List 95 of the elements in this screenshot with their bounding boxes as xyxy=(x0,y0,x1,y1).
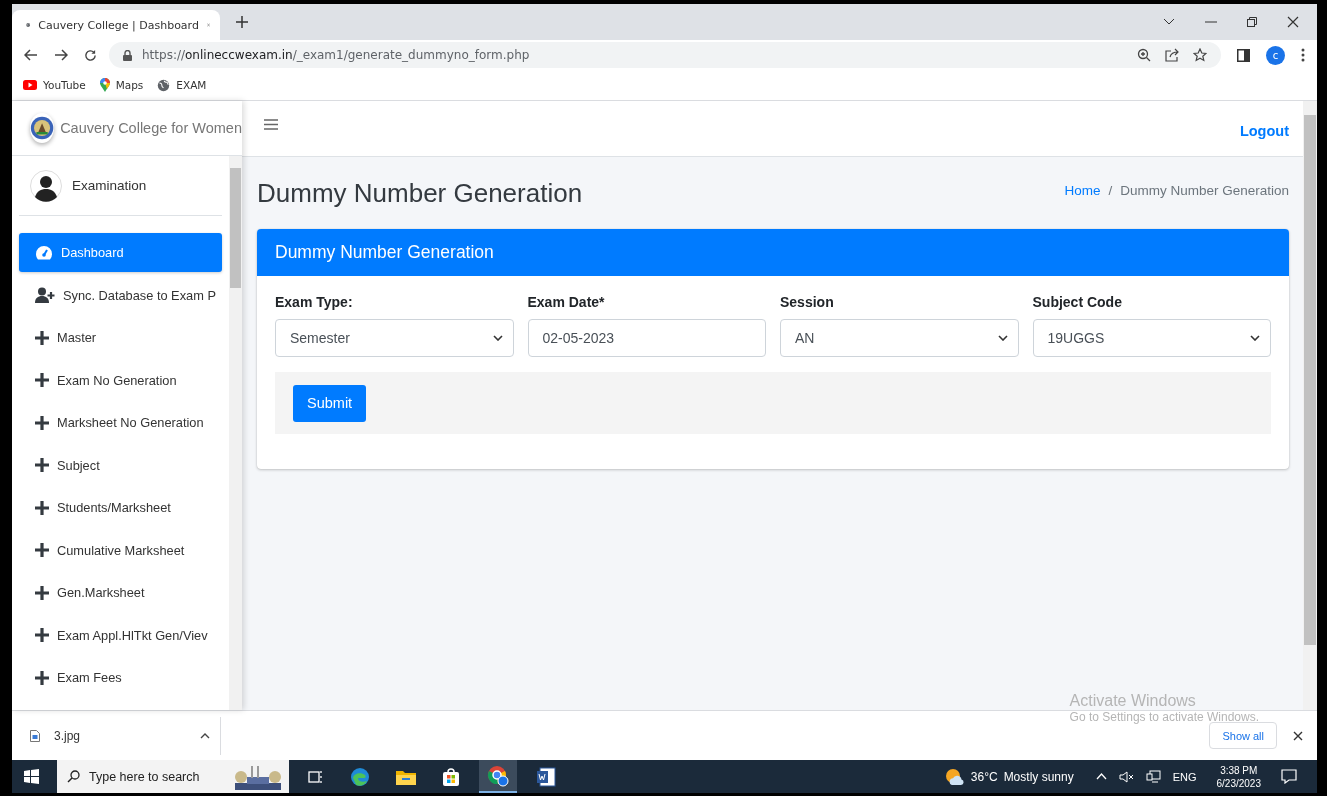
search-icon xyxy=(67,770,80,783)
select-field[interactable]: AN xyxy=(780,319,1019,357)
field-label: Session xyxy=(780,294,835,310)
user-plus-icon xyxy=(35,287,55,303)
reload-icon[interactable] xyxy=(84,48,97,62)
windows-logo-icon[interactable] xyxy=(24,769,39,784)
page-scrollbar[interactable] xyxy=(1303,101,1317,710)
weather-temperature: 36°C xyxy=(970,769,998,784)
globe-icon xyxy=(157,78,171,92)
network-icon[interactable] xyxy=(1145,770,1161,783)
plus-icon xyxy=(35,585,49,600)
play-icon xyxy=(23,80,37,90)
bookmark-item[interactable]: EXAM xyxy=(157,78,207,92)
user-role: Examination xyxy=(72,178,147,193)
download-item[interactable]: 3.jpg xyxy=(30,716,221,755)
close-icon[interactable] xyxy=(1287,16,1299,28)
sidebar-item[interactable]: Marksheet No Generation xyxy=(19,403,222,442)
weather-condition: Mostly sunny xyxy=(1003,769,1074,784)
image-file-icon xyxy=(30,729,40,742)
share-icon[interactable] xyxy=(1165,48,1179,62)
tab-title: Cauvery College | Dashboard xyxy=(38,18,199,32)
input-language[interactable]: ENG xyxy=(1172,770,1197,783)
bookmark-item[interactable]: Maps xyxy=(99,78,144,92)
plus-icon xyxy=(35,500,49,515)
plus-icon xyxy=(35,373,49,387)
sidebar-item[interactable]: Dashboard xyxy=(19,233,222,272)
lock-icon xyxy=(123,49,132,61)
plus-icon xyxy=(35,415,49,430)
star-icon[interactable] xyxy=(1193,48,1207,62)
folder-icon[interactable] xyxy=(396,768,416,785)
show-all-button[interactable]: Show all xyxy=(1209,722,1277,749)
plus-icon xyxy=(35,543,49,557)
college-name: Cauvery College for Women xyxy=(60,120,242,136)
taskbar-clock[interactable]: 3:38 PM 6/23/2023 xyxy=(1216,763,1261,790)
profile-avatar[interactable]: c xyxy=(1266,45,1285,65)
sidebar-item[interactable]: Subject xyxy=(19,445,222,485)
gauge-icon xyxy=(35,244,53,261)
taskbar-search-field[interactable]: Type here to search xyxy=(57,760,289,793)
breadcrumb-link[interactable]: Home xyxy=(1064,182,1101,198)
field-label: Exam Date* xyxy=(527,294,606,310)
select-field[interactable]: Semester xyxy=(275,319,514,357)
activation-hint: Go to Settings to activate Windows. xyxy=(1069,710,1259,724)
plus-icon xyxy=(35,330,49,345)
card-title: Dummy Number Generation xyxy=(275,242,494,263)
submit-button[interactable]: Submit xyxy=(293,384,367,422)
notification-icon[interactable] xyxy=(1281,769,1297,784)
chevron-down-icon[interactable] xyxy=(1163,18,1175,26)
browser-tab[interactable]: Cauvery College | Dashboard xyxy=(12,10,220,40)
word-document-icon[interactable] xyxy=(536,766,556,787)
sidebar-item[interactable]: Cumulative Marksheet xyxy=(19,530,222,570)
chevron-down-icon xyxy=(492,335,503,341)
sidebar-item[interactable]: Sync. Database to Exam P xyxy=(19,275,222,315)
map-pin-icon xyxy=(99,78,110,92)
address-field[interactable]: https://onlineccwexam.in/_exam1/generate_dummyno_form.php xyxy=(109,42,1221,68)
speaker-muted-icon[interactable] xyxy=(1118,770,1134,783)
chrome-taskbar-button[interactable] xyxy=(479,760,517,793)
close-icon[interactable] xyxy=(1293,730,1303,741)
sidebar-item[interactable]: Students/Marksheet xyxy=(19,488,222,527)
bookmark-item[interactable]: YouTube xyxy=(23,79,86,91)
logout-link[interactable]: Logout xyxy=(1239,122,1289,139)
breadcrumb-separator: / xyxy=(1108,182,1113,198)
new-tab-icon[interactable] xyxy=(236,16,248,28)
edge-browser-icon[interactable] xyxy=(350,766,370,787)
sidebar-scrollbar[interactable] xyxy=(229,156,242,710)
sidebar-item[interactable]: Exam No Generation xyxy=(19,360,222,400)
breadcrumb-current: Dummy Number Generation xyxy=(1120,182,1289,198)
user-avatar-icon xyxy=(30,169,62,202)
sidebar-item[interactable]: Gen.Marksheet xyxy=(19,573,222,612)
chrome-icon xyxy=(487,764,509,787)
chevron-down-icon xyxy=(997,335,1008,341)
date-input-field[interactable]: 02-05-2023 xyxy=(527,319,766,357)
select-field[interactable]: 19UGGS xyxy=(1032,319,1271,357)
kebab-menu-icon[interactable] xyxy=(1301,48,1305,62)
sidebar-item[interactable]: Exam Appl.HlTkt Gen/Viev xyxy=(19,615,222,655)
plus-icon xyxy=(35,628,49,642)
store-bag-icon[interactable] xyxy=(442,767,460,786)
task-view-icon[interactable] xyxy=(308,769,324,784)
weather-sun-cloud-icon xyxy=(944,767,965,786)
chevron-up-icon[interactable] xyxy=(200,732,210,739)
restore-icon[interactable] xyxy=(1247,17,1257,27)
field-label: Exam Type: xyxy=(275,294,354,310)
chevron-down-icon xyxy=(1250,335,1260,341)
plus-icon xyxy=(35,670,49,685)
field-label: Subject Code xyxy=(1032,294,1123,310)
url-text: https://onlineccwexam.in/_exam1/generate_dummyno_form.php xyxy=(142,48,530,62)
menu-icon[interactable] xyxy=(264,119,278,130)
activation-title: Activate Windows xyxy=(1069,692,1197,710)
plus-icon xyxy=(35,458,49,472)
sidebar-item[interactable]: Exam Fees xyxy=(19,658,222,697)
forward-arrow-icon[interactable] xyxy=(54,49,68,61)
back-arrow-icon[interactable] xyxy=(24,49,38,61)
zoom-in-icon[interactable] xyxy=(1137,48,1151,62)
sidebar-item[interactable]: Master xyxy=(19,318,222,357)
side-panel-icon[interactable] xyxy=(1237,48,1250,62)
page-title: Dummy Number Generation xyxy=(257,177,584,209)
